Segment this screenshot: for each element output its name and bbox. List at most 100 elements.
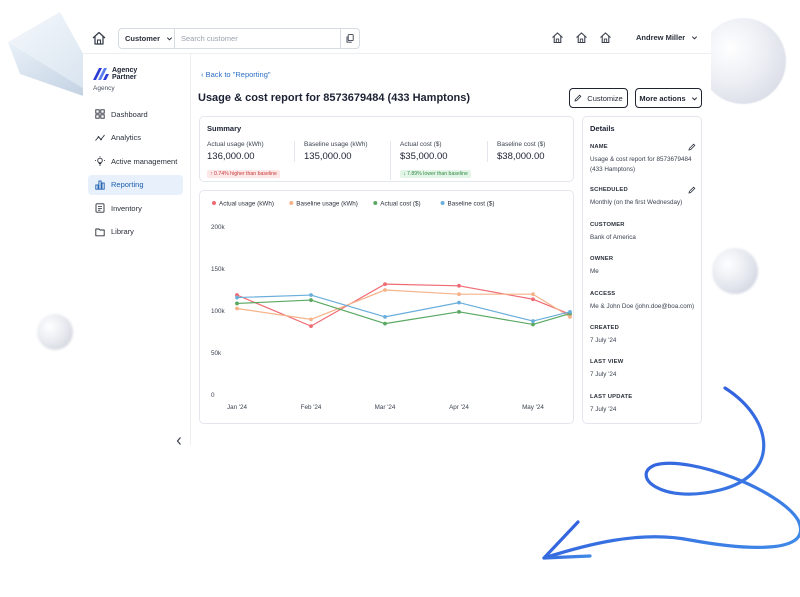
pencil-icon	[574, 94, 582, 102]
metric-value: $35,000.00	[400, 151, 448, 162]
data-point	[235, 295, 239, 300]
sidebar-item-label: Active management	[111, 156, 178, 166]
home-icon[interactable]	[599, 31, 612, 44]
home-icon[interactable]	[575, 31, 588, 44]
back-to-reporting-link[interactable]: ‹ Back to "Reporting"	[201, 70, 271, 79]
data-point	[309, 317, 313, 322]
library-icon	[95, 228, 105, 237]
y-tick-label: 150k	[211, 266, 226, 273]
top-bar: Customer Andrew Miller	[83, 20, 711, 54]
data-point	[531, 297, 535, 302]
usage-cost-line-chart: Actual usage (kWh) Baseline usage (kWh) Ac…	[211, 200, 572, 411]
metric-label: Baseline cost ($)	[497, 141, 546, 148]
brand-line-1: Agency	[112, 67, 138, 74]
sphere-decoration	[37, 314, 73, 350]
edit-schedule-icon[interactable]	[688, 186, 696, 194]
inventory-icon	[95, 203, 105, 214]
x-tick-label: Apr '24	[449, 404, 469, 411]
sidebar-item-label: Inventory	[111, 203, 142, 213]
series-line	[236, 289, 571, 320]
search-input[interactable]	[175, 29, 340, 48]
detail-value: 7 July '24	[590, 406, 617, 413]
legend-swatch	[212, 201, 216, 205]
user-menu[interactable]: Andrew Miller	[636, 33, 698, 42]
copy-button[interactable]	[340, 29, 359, 48]
series-line	[236, 283, 571, 327]
data-point	[531, 319, 535, 323]
metric-value: 136,000.00	[207, 151, 255, 162]
metric-value: 135,000.00	[304, 151, 352, 162]
app-window: Customer Andrew Miller	[83, 20, 711, 445]
more-actions-button[interactable]: More actions	[635, 88, 702, 108]
legend-swatch	[440, 201, 445, 205]
data-point	[457, 283, 461, 288]
detail-label: NAME	[590, 144, 608, 150]
detail-value: Me & John Doe (john.doe@boa.com)	[590, 303, 695, 310]
sidebar-item-analytics[interactable]: Analytics	[88, 128, 183, 148]
data-point	[457, 309, 461, 314]
sphere-decoration	[712, 248, 758, 294]
detail-created: CREATED 7 July '24	[590, 325, 696, 346]
sidebar-item-library[interactable]: Library	[88, 222, 183, 242]
data-point	[383, 321, 387, 326]
active-management-icon	[95, 156, 105, 166]
customer-search: Customer	[118, 28, 360, 49]
home-icon[interactable]	[91, 30, 107, 46]
sidebar-item-active-management[interactable]: Active management	[88, 151, 183, 171]
brand-subtitle: Agency	[93, 85, 115, 92]
customize-button[interactable]: Customize	[569, 88, 628, 108]
x-tick-label: Mar '24	[375, 404, 396, 411]
detail-label: LAST VIEW	[590, 359, 624, 365]
series-line	[236, 294, 571, 322]
data-point	[383, 282, 387, 287]
metric-actual-usage: Actual usage (kWh) 136,000.00 ↑ 0.74% hi…	[207, 141, 297, 180]
detail-value: Monthly (on the first Wednesday)	[590, 199, 683, 206]
y-tick-label: 100k	[211, 308, 226, 315]
data-point	[383, 288, 387, 292]
metric-baseline-usage: Baseline usage (kWh) 135,000.00	[294, 141, 384, 162]
customize-label: Customize	[587, 93, 623, 103]
detail-customer: CUSTOMER Bank of America	[590, 222, 696, 243]
data-point	[309, 298, 313, 302]
detail-label: CUSTOMER	[590, 222, 625, 228]
home-icon[interactable]	[551, 31, 564, 44]
series-line	[236, 299, 571, 326]
detail-value: Me	[590, 268, 599, 275]
detail-label: LAST UPDATE	[590, 394, 633, 400]
sidebar-item-dashboard[interactable]: Dashboard	[88, 104, 183, 124]
sidebar-item-label: Reporting	[111, 180, 144, 190]
data-point	[531, 322, 535, 327]
trend-badge: ↑ 0.74% higher than baseline	[207, 170, 280, 178]
y-tick-label: 200k	[211, 224, 226, 231]
brand-line-2: Partner	[112, 74, 137, 81]
more-actions-label: More actions	[639, 93, 686, 103]
dashboard-icon	[95, 109, 105, 119]
trend-badge: ↓ 7.89% lower than baseline	[400, 170, 471, 178]
chevron-left-icon: ‹	[201, 70, 204, 79]
sidebar-nav: Dashboard Analytics Active management Re…	[88, 104, 183, 246]
x-tick-label: May '24	[522, 404, 544, 411]
data-point	[531, 292, 535, 297]
chevron-down-icon	[691, 96, 697, 100]
x-tick-label: Jan '24	[227, 404, 248, 411]
detail-name: NAME Usage & cost report for 8573679484 …	[590, 143, 696, 174]
metric-label: Actual usage (kWh)	[207, 141, 264, 148]
brand-logo[interactable]: Agency Partner	[93, 67, 137, 81]
edit-name-icon[interactable]	[688, 143, 696, 151]
data-point	[457, 292, 461, 297]
detail-label: ACCESS	[590, 291, 616, 297]
collapse-sidebar-icon[interactable]	[175, 436, 183, 446]
sidebar-item-label: Analytics	[111, 133, 142, 143]
detail-label: OWNER	[590, 256, 614, 262]
analytics-icon	[95, 134, 105, 141]
search-scope-select[interactable]: Customer	[119, 29, 175, 48]
detail-label: SCHEDULED	[590, 187, 628, 193]
sidebar-item-inventory[interactable]: Inventory	[88, 198, 183, 218]
sidebar-item-reporting[interactable]: Reporting	[88, 174, 183, 195]
x-tick-label: Feb '24	[301, 404, 322, 411]
sidebar-item-label: Library	[111, 227, 134, 237]
legend-label: Actual cost ($)	[380, 200, 420, 207]
data-point	[383, 314, 387, 319]
legend-label: Actual usage (kWh)	[219, 200, 274, 207]
data-point	[568, 309, 572, 314]
